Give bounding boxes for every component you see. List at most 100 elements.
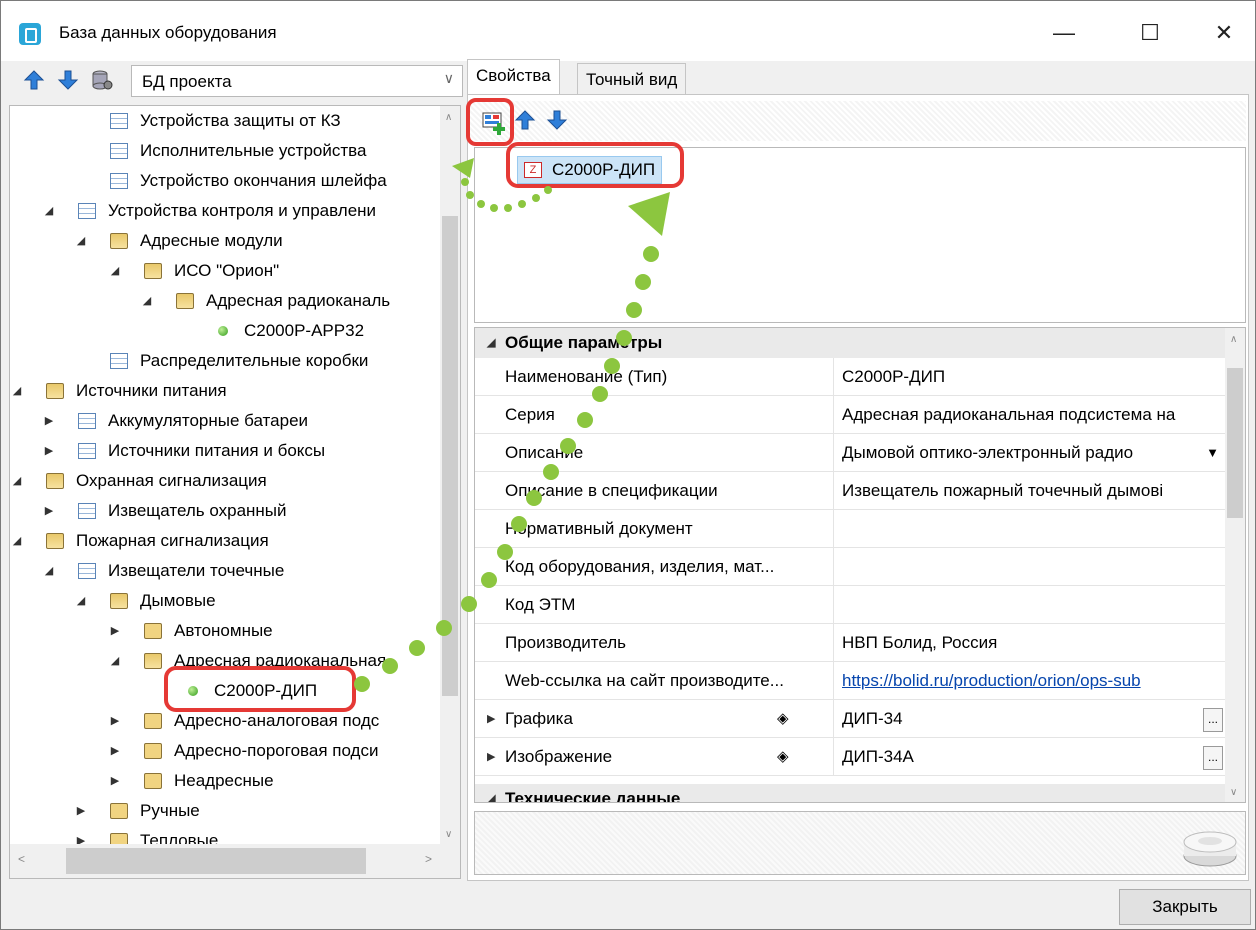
database-selector[interactable]: БД проекта ∨ (131, 65, 463, 97)
tree-node-label: Устройство окончания шлейфа (140, 171, 387, 190)
list-item[interactable]: Z С2000Р-ДИП (517, 156, 663, 184)
property-value[interactable]: НВП Болид, Россия (833, 624, 1227, 662)
tab-properties[interactable]: Свойства (467, 59, 560, 95)
move-up-icon[interactable] (23, 69, 45, 91)
expand-arrow-icon[interactable]: ▶ (108, 736, 122, 766)
tab-exact-view[interactable]: Точный вид (577, 63, 687, 95)
add-item-icon[interactable] (480, 109, 508, 137)
property-value[interactable] (833, 510, 1227, 548)
dropdown-arrow-icon[interactable]: ▼ (1206, 434, 1219, 472)
expand-arrow-icon[interactable]: ▶ (487, 738, 495, 776)
tree-node[interactable]: ▶ Ручные (10, 796, 430, 826)
tree-node[interactable]: Распределительные коробки (10, 346, 430, 376)
close-button[interactable]: Закрыть (1119, 889, 1251, 925)
property-value[interactable]: С2000Р-ДИП (833, 358, 1227, 396)
tree-node[interactable]: ◢ Адресные модули (10, 226, 430, 256)
tree-node[interactable]: ▶ Аккумуляторные батареи (10, 406, 430, 436)
expand-arrow-icon[interactable]: ▶ (108, 766, 122, 796)
maximize-button[interactable]: ☐ (1127, 13, 1173, 53)
grid-scroll-thumb[interactable] (1227, 368, 1243, 518)
collapse-arrow-icon[interactable]: ◢ (10, 526, 24, 556)
tree-node[interactable]: ◢ Охранная сигнализация (10, 466, 430, 496)
collapse-arrow-icon[interactable]: ◢ (42, 196, 56, 226)
property-key: Web-ссылка на сайт производите... (505, 671, 784, 690)
tree-node[interactable]: С2000Р-ДИП (10, 676, 430, 706)
tree-node[interactable]: ▶ Неадресные (10, 766, 430, 796)
property-row[interactable]: Web-ссылка на сайт производите... https:/… (475, 662, 1227, 700)
property-value[interactable]: https://bolid.ru/production/orion/ops-su… (833, 662, 1227, 700)
property-row[interactable]: Нормативный документ (475, 510, 1227, 548)
tree-node[interactable]: ◢ Устройства контроля и управлени (10, 196, 430, 226)
collapse-arrow-icon[interactable]: ◢ (10, 376, 24, 406)
property-value[interactable]: ДИП-34... (833, 700, 1227, 738)
expand-arrow-icon[interactable]: ▶ (42, 406, 56, 436)
tree-hscroll-thumb[interactable] (66, 848, 366, 874)
database-settings-icon[interactable] (91, 69, 113, 91)
equipment-tree[interactable]: Устройства защиты от КЗ Исполнительные ус… (9, 105, 461, 879)
expand-arrow-icon[interactable]: ▶ (74, 796, 88, 826)
tree-node[interactable]: Устройства защиты от КЗ (10, 106, 430, 136)
property-value-text[interactable]: https://bolid.ru/production/orion/ops-su… (842, 671, 1141, 690)
tree-node[interactable]: ▶ Источники питания и боксы (10, 436, 430, 466)
property-row[interactable]: Код ЭТМ (475, 586, 1227, 624)
tree-horizontal-scrollbar[interactable]: < > (10, 844, 460, 878)
browse-button[interactable]: ... (1203, 746, 1223, 770)
minimize-button[interactable]: — (1041, 13, 1087, 53)
grid-vertical-scrollbar[interactable]: ∧ ∨ (1225, 328, 1245, 802)
tree-node[interactable]: ◢ Адресная радиоканаль (10, 286, 430, 316)
property-row[interactable]: Описание в спецификации Извещатель пожарн… (475, 472, 1227, 510)
property-row[interactable]: Код оборудования, изделия, мат... (475, 548, 1227, 586)
tree-node-label: Извещатели точечные (108, 561, 285, 580)
collapse-arrow-icon[interactable]: ◢ (140, 286, 154, 316)
property-row[interactable]: Производитель НВП Болид, Россия (475, 624, 1227, 662)
property-row[interactable]: Наименование (Тип) С2000Р-ДИП (475, 358, 1227, 396)
expand-arrow-icon[interactable]: ▶ (42, 496, 56, 526)
tree-vertical-scrollbar[interactable]: ∧ ∨ (440, 106, 460, 846)
property-row[interactable]: Серия Адресная радиоканальная подсистема … (475, 396, 1227, 434)
close-window-button[interactable]: ✕ (1201, 13, 1247, 53)
move-up-item-icon[interactable] (514, 109, 542, 137)
property-value[interactable]: Дымовой оптико-электронный радио ▼ (833, 434, 1227, 472)
collapse-arrow-icon[interactable]: ◢ (74, 226, 88, 256)
collapse-arrow-icon[interactable]: ◢ (42, 556, 56, 586)
collapse-arrow-icon[interactable]: ◢ (74, 586, 88, 616)
property-value[interactable] (833, 548, 1227, 586)
section-general[interactable]: ◢ Общие параметры (475, 328, 1227, 358)
collapse-arrow-icon[interactable]: ◢ (108, 646, 122, 676)
tree-node[interactable]: ▶ Извещатель охранный (10, 496, 430, 526)
property-row[interactable]: Описание Дымовой оптико-электронный радио… (475, 434, 1227, 472)
selected-items-list[interactable]: Z С2000Р-ДИП (474, 147, 1246, 323)
expand-arrow-icon[interactable]: ▶ (42, 436, 56, 466)
property-value[interactable]: Адресная радиоканальная подсистема на (833, 396, 1227, 434)
tree-node[interactable]: ▶ Адресно-аналоговая подс (10, 706, 430, 736)
tree-node-label: Адресно-пороговая подси (174, 741, 379, 760)
folder-icon (110, 803, 128, 819)
expand-arrow-icon[interactable]: ▶ (108, 706, 122, 736)
tree-node[interactable]: ◢ Пожарная сигнализация (10, 526, 430, 556)
tree-node[interactable]: С2000Р-АРР32 (10, 316, 430, 346)
property-row[interactable]: Графика ▶ ◈ ДИП-34... (475, 700, 1227, 738)
tree-node[interactable]: ◢ Извещатели точечные (10, 556, 430, 586)
move-down-icon[interactable] (57, 69, 79, 91)
tree-node[interactable]: ◢ Дымовые (10, 586, 430, 616)
property-value[interactable]: Извещатель пожарный точечный дымові (833, 472, 1227, 510)
tree-node[interactable]: Исполнительные устройства (10, 136, 430, 166)
expand-arrow-icon[interactable]: ▶ (108, 616, 122, 646)
tree-node[interactable]: ▶ Автономные (10, 616, 430, 646)
move-down-item-icon[interactable] (546, 109, 574, 137)
browse-button[interactable]: ... (1203, 708, 1223, 732)
tree-node[interactable]: ◢ Источники питания (10, 376, 430, 406)
property-value[interactable] (833, 586, 1227, 624)
expand-arrow-icon[interactable]: ▶ (487, 700, 495, 738)
property-row[interactable]: Изображение ▶ ◈ ДИП-34А... (475, 738, 1227, 776)
section-tech[interactable]: ◢ Технические данные (475, 784, 1227, 802)
tree-node[interactable]: ▶ Адресно-пороговая подси (10, 736, 430, 766)
tree-node[interactable]: Устройство окончания шлейфа (10, 166, 430, 196)
property-value[interactable]: ДИП-34А... (833, 738, 1227, 776)
tree-node[interactable]: ◢ ИСО "Орион" (10, 256, 430, 286)
property-grid[interactable]: ◢ Общие параметры Наименование (Тип) С200… (474, 327, 1246, 803)
tree-node[interactable]: ◢ Адресная радиоканальная (10, 646, 430, 676)
tree-scroll-thumb[interactable] (442, 216, 458, 696)
collapse-arrow-icon[interactable]: ◢ (108, 256, 122, 286)
collapse-arrow-icon[interactable]: ◢ (10, 466, 24, 496)
